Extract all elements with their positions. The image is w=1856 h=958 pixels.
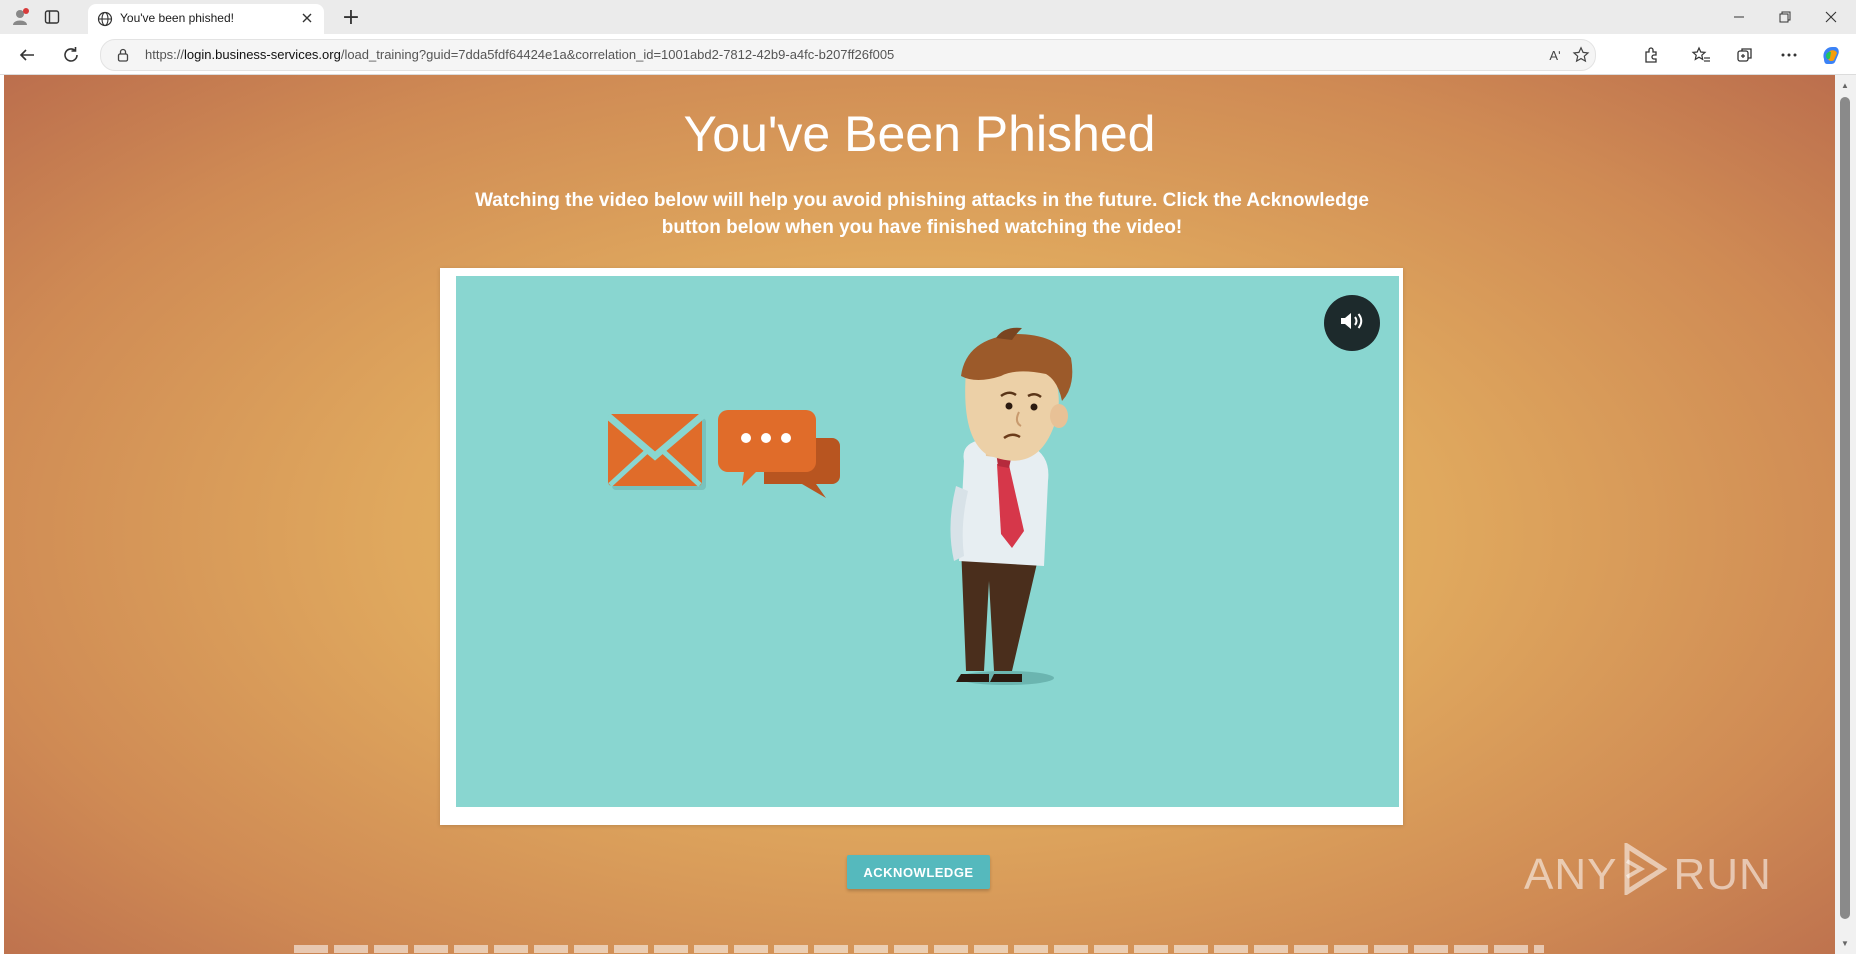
tab-actions-icon[interactable] — [40, 5, 64, 29]
url-scheme: https:// — [145, 47, 185, 62]
video-illustration — [605, 327, 1073, 685]
tab-title: You've been phished! — [120, 11, 234, 25]
watermark: ANY RUN — [1524, 841, 1772, 906]
scroll-up-icon[interactable]: ▲ — [1839, 79, 1851, 91]
window-bottom-edge — [0, 954, 1856, 958]
refresh-icon[interactable] — [58, 42, 84, 68]
vertical-scrollbar[interactable]: ▲ ▼ — [1835, 75, 1856, 954]
more-icon[interactable] — [1776, 42, 1802, 68]
chat-bubbles-icon — [718, 410, 840, 498]
page-title: You've Been Phished — [683, 106, 1156, 162]
browser-toolbar: https://login.business-services.org/load… — [0, 34, 1856, 75]
browser-tab-bar: You've been phished! + — [0, 0, 1856, 34]
watermark-right: RUN — [1673, 849, 1772, 899]
favorite-icon[interactable] — [1571, 45, 1591, 65]
profile-icon[interactable] — [8, 5, 32, 29]
site-info-icon[interactable] — [113, 45, 133, 65]
play-logo-icon — [1623, 841, 1669, 906]
volume-icon — [1339, 310, 1365, 337]
back-icon[interactable] — [14, 42, 40, 68]
training-video[interactable] — [456, 276, 1399, 807]
globe-icon — [97, 11, 113, 32]
minimize-button[interactable] — [1716, 0, 1762, 34]
worried-man-illustration — [950, 327, 1073, 685]
close-icon[interactable] — [298, 9, 316, 27]
url-path: /load_training?guid=7dda5fdf64424e1a&cor… — [340, 47, 895, 62]
volume-button[interactable] — [1324, 295, 1380, 351]
collections-icon[interactable] — [1732, 42, 1758, 68]
scroll-thumb[interactable] — [1840, 97, 1850, 919]
window-close-button[interactable] — [1808, 0, 1854, 34]
envelope-icon — [605, 413, 706, 490]
footer-text-cutoff — [294, 945, 1544, 953]
favorites-icon[interactable] — [1688, 42, 1714, 68]
page-subtitle: Watching the video below will help you a… — [475, 190, 1369, 238]
tab-active[interactable]: You've been phished! — [88, 4, 324, 34]
watermark-left: ANY — [1524, 849, 1618, 899]
acknowledge-button[interactable]: ACKNOWLEDGE — [847, 855, 990, 889]
url-text[interactable]: https://login.business-services.org/load… — [145, 47, 894, 62]
page-viewport: You've Been Phished Watching the video b… — [4, 75, 1835, 954]
read-aloud-icon[interactable]: Aʹ — [1545, 45, 1565, 65]
address-bar[interactable]: https://login.business-services.org/load… — [100, 39, 1596, 71]
scroll-down-icon[interactable]: ▼ — [1839, 937, 1851, 949]
new-tab-button[interactable]: + — [338, 4, 364, 30]
copilot-icon[interactable] — [1818, 42, 1844, 68]
url-host: login.business-services.org — [184, 47, 341, 62]
video-frame — [440, 268, 1403, 825]
restore-button[interactable] — [1762, 0, 1808, 34]
extensions-icon[interactable] — [1638, 42, 1664, 68]
